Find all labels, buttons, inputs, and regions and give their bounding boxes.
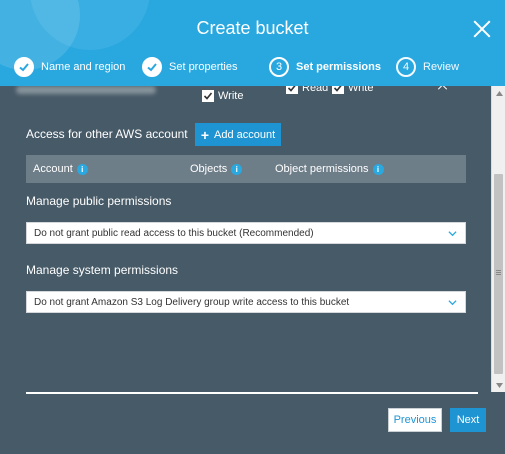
scrollbar[interactable] [491,86,505,392]
next-button[interactable]: Next [450,408,486,432]
step-number: 4 [396,57,416,77]
previous-button[interactable]: Previous [388,408,442,432]
other-account-label: Access for other AWS account [26,127,188,141]
close-icon[interactable] [473,20,491,38]
account-table-header: Account i Objects i Object permissions i [26,155,466,183]
add-account-button[interactable]: + Add account [195,123,281,146]
info-icon[interactable]: i [76,163,88,175]
write-checkbox-2[interactable]: Write [332,86,373,94]
step-set-properties[interactable]: Set properties [142,56,237,78]
checkbox-checked-icon [332,86,344,94]
check-icon [14,57,34,77]
step-label: Name and region [41,61,126,73]
scroll-down-arrow-icon[interactable] [492,378,505,392]
permissions-content: Write Read Write Access for other AWS ac… [0,86,491,396]
create-bucket-dialog: Create bucket Name and region Set proper… [0,0,505,454]
add-account-label: Add account [214,128,276,141]
read-checkbox[interactable]: Read [286,86,328,94]
step-number: 3 [269,57,289,77]
write-label-2: Write [348,86,374,94]
public-permissions-select[interactable]: Do not grant public read access to this … [26,222,466,244]
public-permissions-label: Manage public permissions [26,194,172,208]
step-set-permissions[interactable]: 3 Set permissions [269,56,381,78]
chevron-down-icon [448,231,457,237]
info-icon[interactable]: i [372,163,384,175]
step-label: Review [423,61,460,73]
grip-icon [496,270,501,271]
info-icon[interactable]: i [231,163,243,175]
footer-divider [26,392,478,394]
step-label: Set permissions [296,61,381,73]
public-permissions-value: Do not grant public read access to this … [34,227,314,239]
plus-icon: + [200,126,210,143]
scroll-up-arrow-icon[interactable] [492,86,505,100]
dialog-title: Create bucket [196,18,309,38]
scrollbar-thumb[interactable] [494,174,503,374]
redacted-account-text [16,86,156,94]
system-permissions-label: Manage system permissions [26,263,179,277]
write-checkbox[interactable]: Write [202,90,243,102]
system-permissions-select[interactable]: Do not grant Amazon S3 Log Delivery grou… [26,291,466,313]
write-label: Write [218,90,244,102]
checkbox-checked-icon [286,86,298,94]
remove-row-icon[interactable] [438,86,448,90]
step-name-and-region[interactable]: Name and region [14,56,125,78]
column-header-account: Account i [33,155,88,183]
read-label: Read [302,86,329,94]
column-header-object-permissions: Object permissions i [275,155,384,183]
check-icon [142,57,162,77]
dialog-header: Create bucket Name and region Set proper… [0,0,505,86]
step-review[interactable]: 4 Review [396,56,459,78]
system-permissions-value: Do not grant Amazon S3 Log Delivery grou… [34,296,350,308]
step-label: Set properties [169,61,238,73]
column-header-objects: Objects i [190,155,243,183]
checkbox-checked-icon [202,90,214,102]
chevron-down-icon [448,300,457,306]
